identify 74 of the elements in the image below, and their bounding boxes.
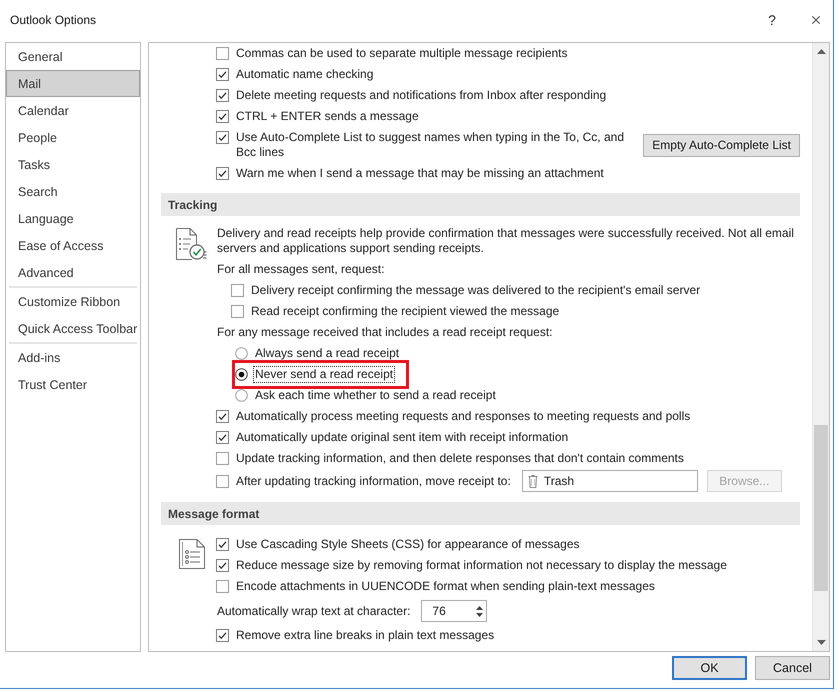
document-list-icon	[178, 538, 206, 570]
checkbox-label[interactable]: Use Auto-Complete List to suggest names when typing in the To, Cc, and Bcc lines	[236, 130, 628, 160]
description-text: Delivery and read receipts help provide confirmation that messages were successfully received. Not all email servers and applications support sending receipts.	[216, 225, 795, 257]
group-label: For all messages sent, request:	[216, 261, 386, 278]
caret-up-icon[interactable]	[476, 606, 483, 610]
window-title: Outlook Options	[10, 12, 96, 28]
sidebar-item[interactable]: Mail	[6, 70, 140, 97]
checkbox[interactable]	[216, 431, 229, 444]
radio-label[interactable]: Always send a read receipt	[254, 346, 400, 361]
checkbox[interactable]	[216, 131, 229, 144]
checkbox-label[interactable]: Automatically update original sent item with receipt information	[236, 430, 568, 445]
checkbox-label[interactable]: Use Cascading Style Sheets (CSS) for appearance of messages	[236, 537, 580, 552]
clear-list-button[interactable]: Empty Auto-Complete List	[643, 134, 800, 156]
sidebar-item[interactable]: Search	[6, 178, 140, 205]
section-header: Message format	[161, 502, 800, 525]
checkbox[interactable]	[216, 89, 229, 102]
close-icon	[809, 13, 823, 27]
checkbox-label[interactable]: Update tracking information, and then delete responses that don't contain comments	[236, 451, 684, 466]
sidebar-item[interactable]: General	[6, 43, 140, 70]
checkbox[interactable]	[216, 167, 229, 180]
checkbox-label[interactable]: Automatically process meeting requests and responses to meeting requests and polls	[236, 409, 690, 424]
radio-label[interactable]: Ask each time whether to send a read receipt	[254, 388, 497, 403]
checkbox[interactable]	[216, 410, 229, 423]
caret-down-icon	[816, 640, 826, 645]
checkbox-label[interactable]: Delete meeting requests and notifications from Inbox after responding	[236, 88, 606, 103]
document-check-icon	[175, 227, 207, 261]
checkbox-label[interactable]: Reduce message size by removing format information not necessary to display the message	[236, 558, 727, 573]
section-header: Tracking	[161, 193, 800, 216]
number-spinner[interactable]: 76	[421, 600, 488, 622]
sidebar-item[interactable]: Customize Ribbon	[6, 288, 140, 315]
radio-button[interactable]	[235, 389, 248, 402]
sidebar-item[interactable]: People	[6, 124, 140, 151]
checkbox[interactable]	[216, 452, 229, 465]
checkbox-label[interactable]: Read receipt confirming the recipient viewed the message	[251, 304, 560, 319]
checkbox[interactable]	[231, 305, 244, 318]
checkbox[interactable]	[216, 110, 229, 123]
checkbox-label[interactable]: Delivery receipt confirming the message was delivered to the recipient's email server	[251, 283, 700, 298]
sidebar-item[interactable]: Add-ins	[6, 344, 140, 371]
help-button[interactable]: ?	[765, 12, 779, 28]
checkbox-label[interactable]: After updating tracking information, move receipt to:	[236, 474, 511, 488]
trash-icon	[528, 474, 538, 488]
sidebar-item[interactable]: Calendar	[6, 97, 140, 124]
sidebar-item[interactable]: Tasks	[6, 151, 140, 178]
radio-button[interactable]	[235, 347, 248, 360]
ok-button[interactable]: OK	[672, 656, 747, 680]
checkbox[interactable]	[216, 629, 229, 642]
radio-button[interactable]	[235, 368, 248, 381]
checkbox[interactable]	[216, 580, 229, 593]
sidebar-item[interactable]: Language	[6, 205, 140, 232]
cancel-button[interactable]: Cancel	[755, 656, 830, 680]
sidebar-item[interactable]: Quick Access Toolbar	[6, 315, 140, 342]
checkbox-label[interactable]: CTRL + ENTER sends a message	[236, 109, 419, 124]
checkbox-label[interactable]: Remove extra line breaks in plain text messages	[236, 628, 494, 643]
checkbox[interactable]	[231, 284, 244, 297]
checkbox-label[interactable]: Warn me when I send a message that may be missing an attachment	[236, 166, 604, 181]
caret-up-icon	[816, 49, 826, 54]
checkbox[interactable]	[216, 47, 229, 60]
group-label: For any message received that includes a read receipt request:	[216, 324, 554, 341]
folder-field[interactable]: Trash	[522, 470, 698, 492]
checkbox[interactable]	[216, 559, 229, 572]
sidebar-item[interactable]: Ease of Access	[6, 232, 140, 259]
spinner-label: Automatically wrap text at character:	[216, 604, 410, 618]
checkbox-label[interactable]: Commas can be used to separate multiple message recipients	[236, 46, 568, 61]
checkbox-label[interactable]: Encode attachments in UUENCODE format when sending plain-text messages	[236, 579, 655, 594]
close-button[interactable]	[809, 13, 823, 27]
checkbox[interactable]	[216, 68, 229, 81]
sidebar-item[interactable]: Trust Center	[6, 371, 140, 398]
caret-down-icon[interactable]	[476, 612, 483, 616]
checkbox-label[interactable]: Automatic name checking	[236, 67, 374, 82]
checkbox[interactable]	[216, 475, 229, 488]
scrollbar-thumb[interactable]	[814, 425, 828, 592]
radio-label[interactable]: Never send a read receipt	[254, 367, 394, 382]
sidebar-item[interactable]: Advanced	[6, 259, 140, 286]
checkbox[interactable]	[216, 538, 229, 551]
